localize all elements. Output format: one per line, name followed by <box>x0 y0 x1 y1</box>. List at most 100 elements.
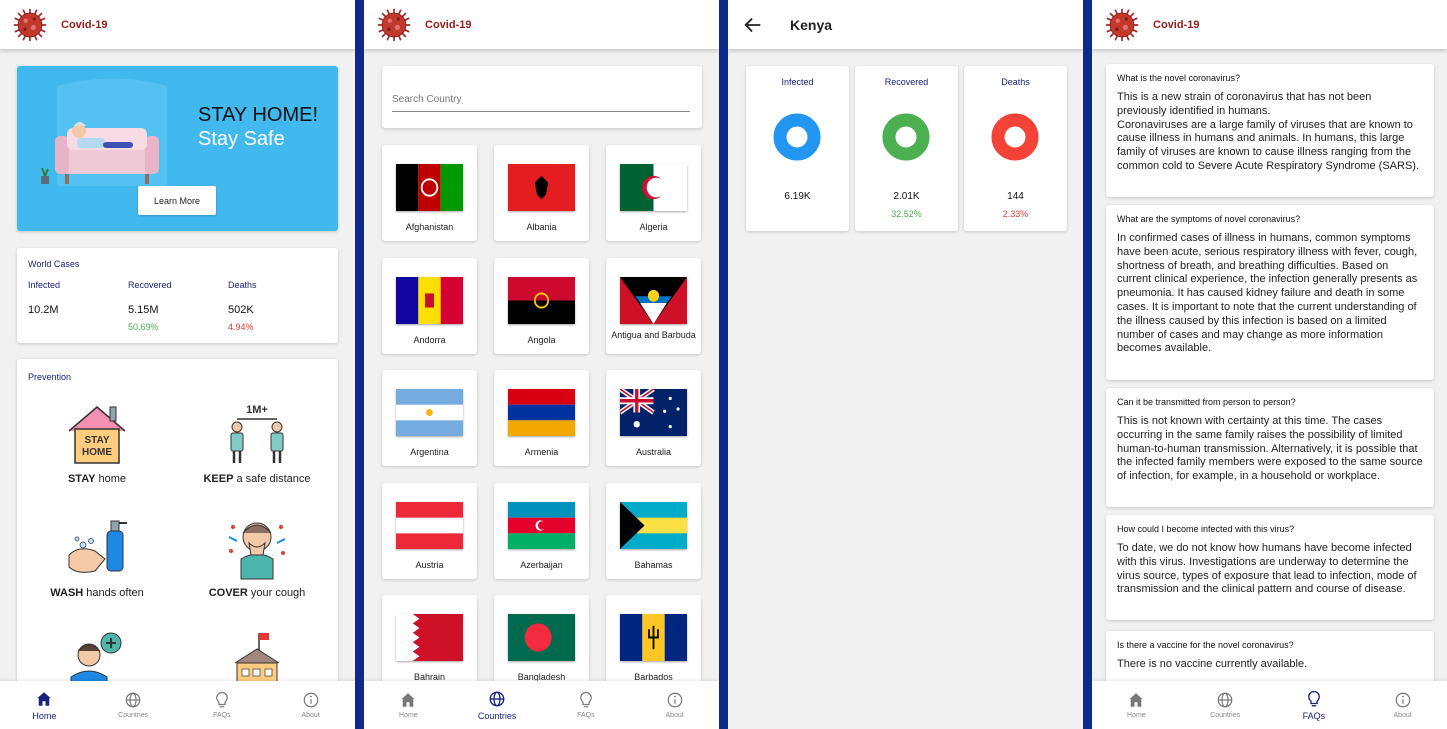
nav-countries-label: Countries <box>1210 712 1241 719</box>
nav-home[interactable]: Home <box>1092 681 1181 729</box>
svg-text:1M+: 1M+ <box>246 404 268 416</box>
nav-about-label: About <box>1393 712 1412 719</box>
app-title: Covid-19 <box>1153 18 1200 31</box>
country-card-austria[interactable]: Austria <box>382 483 477 579</box>
bottom-nav: Home Countries FAQs About <box>0 681 355 729</box>
info-icon <box>303 692 318 708</box>
country-card-barbados[interactable]: Barbados <box>606 595 701 681</box>
nav-about[interactable]: About <box>1358 681 1447 729</box>
country-card-bahamas[interactable]: Bahamas <box>606 483 701 579</box>
country-name: Australia <box>635 447 671 457</box>
nav-faqs[interactable]: FAQs <box>542 681 631 729</box>
wash-hands-icon <box>68 520 127 573</box>
country-card-bahrain[interactable]: Bahrain <box>382 595 477 681</box>
country-card-angola[interactable]: Angola <box>494 258 589 354</box>
app-bar: Covid-19 <box>364 0 719 49</box>
deaths-percent: 2.33% <box>1002 209 1029 219</box>
lightbulb-icon <box>580 691 592 708</box>
country-name: Argentina <box>410 447 449 457</box>
nav-home[interactable]: Home <box>0 681 89 729</box>
nav-about-label: About <box>665 712 684 719</box>
globe-icon <box>1217 692 1233 708</box>
flag-azerbaijan-icon <box>508 502 575 549</box>
nav-about[interactable]: About <box>266 681 355 729</box>
infected-label: Infected <box>781 77 814 87</box>
country-name: Bahrain <box>413 672 446 681</box>
nav-faqs-label: FAQs <box>1302 710 1326 721</box>
svg-text:STAY: STAY <box>84 435 109 446</box>
countries-screen: Covid-19 Afghanistan Albania Algeria And… <box>364 0 719 729</box>
recovered-value: 5.15M <box>128 304 159 316</box>
recovered-label: Recovered <box>128 280 172 290</box>
country-title: Kenya <box>790 16 833 33</box>
country-card-armenia[interactable]: Armenia <box>494 370 589 466</box>
deaths-stat-card: Deaths 144 2.33% <box>964 66 1067 231</box>
flag-argentina-icon <box>396 389 463 436</box>
prevention-caption: COVER your cough <box>208 587 306 599</box>
country-card-bangladesh[interactable]: Bangladesh <box>494 595 589 681</box>
nav-countries[interactable]: Countries <box>453 681 542 729</box>
prevention-caption: WASH hands often <box>50 587 144 599</box>
flag-austria-icon <box>396 502 463 549</box>
nav-countries[interactable]: Countries <box>89 681 178 729</box>
recovered-percent: 32.52% <box>891 209 922 219</box>
country-card-australia[interactable]: Australia <box>606 370 701 466</box>
nav-about-label: About <box>301 712 320 719</box>
country-card-azerbaijan[interactable]: Azerbaijan <box>494 483 589 579</box>
prevention-item: COVER your cough <box>182 515 332 599</box>
nav-faqs[interactable]: FAQs <box>1270 681 1359 729</box>
back-arrow-icon[interactable] <box>742 14 764 36</box>
nav-countries[interactable]: Countries <box>1181 681 1270 729</box>
faq-card: How could I become infected with this vi… <box>1106 515 1434 620</box>
home-icon <box>1129 693 1144 707</box>
nav-faqs[interactable]: FAQs <box>178 681 267 729</box>
infected-value: 6.19K <box>784 191 811 202</box>
globe-icon <box>125 692 141 708</box>
banner-headline: STAY HOME! <box>198 104 319 126</box>
app-title: Covid-19 <box>425 18 472 31</box>
app-bar: Kenya <box>728 0 1083 49</box>
recovered-value: 2.01K <box>893 191 920 202</box>
home-content[interactable]: STAY HOME! Stay Safe Learn More World Ca… <box>0 49 355 681</box>
nav-countries-label: Countries <box>477 710 517 721</box>
info-icon <box>667 692 682 708</box>
faq-question: How could I become infected with this vi… <box>1117 524 1295 534</box>
virus-logo-icon <box>377 8 411 42</box>
faq-question: What are the symptoms of novel coronavir… <box>1117 214 1301 224</box>
deaths-value: 502K <box>228 304 254 316</box>
search-country-input[interactable] <box>392 88 690 112</box>
country-card-antigua-and-barbuda[interactable]: Antigua and Barbuda <box>606 258 701 354</box>
call-doctor-icon <box>70 632 122 681</box>
country-card-albania[interactable]: Albania <box>494 145 589 241</box>
prevention-caption: KEEP a safe distance <box>203 473 311 485</box>
nav-faqs-label: FAQs <box>577 712 595 719</box>
country-card-andorra[interactable]: Andorra <box>382 258 477 354</box>
country-name: Antigua and Barbuda <box>611 330 696 340</box>
hospital-icon <box>234 633 280 681</box>
cover-cough-icon <box>228 522 286 580</box>
flag-andorra-icon <box>396 277 463 324</box>
virus-logo-icon <box>13 8 47 42</box>
bottom-nav: Home Countries FAQs About <box>364 681 719 729</box>
nav-about[interactable]: About <box>630 681 719 729</box>
flag-bahrain-icon <box>396 614 463 661</box>
faq-card: Can it be transmitted from person to per… <box>1106 388 1434 507</box>
country-card-argentina[interactable]: Argentina <box>382 370 477 466</box>
nav-home-label: Home <box>32 710 57 721</box>
faq-card: What is the novel coronavirus? This is a… <box>1106 64 1434 197</box>
country-name: Bangladesh <box>517 672 566 681</box>
prevention-item: STAY HOME STAY home <box>22 401 172 485</box>
learn-more-button[interactable]: Learn More <box>138 186 216 215</box>
nav-home-label: Home <box>1127 712 1146 719</box>
recovered-ring-icon <box>882 113 930 161</box>
deaths-value: 144 <box>1007 191 1024 202</box>
faqs-content[interactable]: What is the novel coronavirus? This is a… <box>1092 49 1447 681</box>
country-card-afghanistan[interactable]: Afghanistan <box>382 145 477 241</box>
nav-home[interactable]: Home <box>364 681 453 729</box>
world-infected: Infected 10.2M <box>28 280 60 316</box>
countries-content[interactable]: Afghanistan Albania Algeria Andorra Ango… <box>364 49 719 681</box>
info-icon <box>1395 692 1410 708</box>
country-card-algeria[interactable]: Algeria <box>606 145 701 241</box>
lightbulb-icon <box>216 691 228 708</box>
country-name: Barbados <box>634 672 673 681</box>
